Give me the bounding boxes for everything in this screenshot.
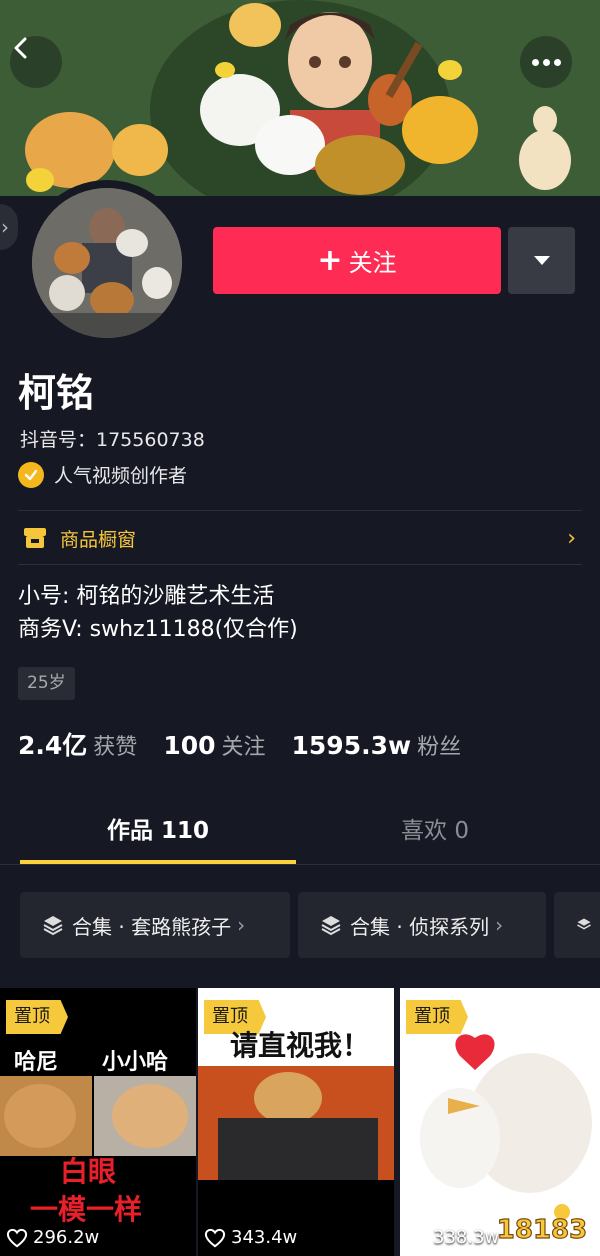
more-options-button[interactable] (520, 36, 572, 88)
more-dot-icon (531, 58, 539, 66)
bio-line: 商务V: swhz11188(仅合作) (18, 617, 298, 642)
video-thumbnail[interactable]: 置顶 请直视我！ 343.4w (198, 988, 394, 1256)
collection-chip[interactable]: 合集 · 侦探系列 › (298, 892, 546, 958)
tab-likes[interactable]: 喜欢 0 (285, 800, 585, 862)
chevron-right-icon: › (495, 913, 504, 937)
video-like-count: 296.2w (6, 1227, 99, 1248)
divider (18, 510, 582, 511)
following-count[interactable]: 100 (163, 731, 215, 760)
shop-window-label: 商品橱窗 (60, 528, 137, 551)
watermark-text: 18183 (497, 1215, 587, 1245)
video-overlay-text: 小小哈 (102, 1050, 169, 1075)
age-tag: 25岁 (18, 667, 75, 700)
video-like-count: 343.4w (204, 1227, 297, 1248)
stats-row: 2.4亿 获赞 100 关注 1595.3w 粉丝 (18, 726, 487, 762)
followers-count[interactable]: 1595.3w (292, 731, 412, 760)
video-thumbnail[interactable]: 置顶 哈尼 小小哈 白眼 一模一样 296.2w (0, 988, 196, 1256)
like-count-text: 343.4w (231, 1227, 298, 1248)
shop-window-row[interactable]: 商品橱窗 › (18, 512, 582, 564)
avatar-frame (24, 180, 190, 346)
profile-banner (0, 0, 600, 196)
profile-name: 柯铭 (18, 371, 95, 415)
tab-works[interactable]: 作品 110 (8, 800, 308, 862)
like-count-text: 296.2w (33, 1227, 100, 1248)
douyin-id: 抖音号：175560738 (20, 429, 205, 451)
triangle-down-icon (533, 256, 550, 265)
shop-icon (24, 528, 46, 548)
heart-outline-icon (204, 1228, 226, 1247)
video-overlay-text: 白眼 (60, 1155, 117, 1188)
chevron-right-icon: › (237, 913, 246, 937)
collection-label: 合集 · 侦探系列 (350, 914, 490, 939)
layers-icon (577, 918, 591, 930)
layers-icon (43, 916, 63, 936)
divider (18, 564, 582, 565)
more-dot-icon (553, 58, 561, 66)
following-label[interactable]: 关注 (222, 729, 266, 761)
pinned-tag: 置顶 (6, 1000, 68, 1034)
side-drawer-handle[interactable]: › (0, 204, 18, 250)
pinned-tag: 置顶 (406, 1000, 468, 1034)
heart-outline-icon (406, 1228, 428, 1247)
avatar-photo (32, 188, 182, 338)
divider (0, 864, 600, 865)
creator-badge-label: 人气视频创作者 (54, 465, 188, 487)
heart-outline-icon (6, 1228, 28, 1247)
site-watermark-logo: 18183 (492, 1202, 592, 1246)
bio-line: 小号: 柯铭的沙雕艺术生活 (18, 584, 275, 609)
more-dot-icon (542, 58, 550, 66)
bio: 小号: 柯铭的沙雕艺术生活 商务V: swhz11188(仅合作) (18, 580, 298, 646)
collection-chip[interactable]: 合集 · 套路熊孩子 › (20, 892, 290, 958)
creator-badge[interactable]: 人气视频创作者 (18, 461, 187, 488)
chevron-right-icon: › (567, 525, 576, 551)
like-count-text: 338.3w (433, 1227, 500, 1248)
layers-icon (321, 916, 341, 936)
follow-label: 关注 (348, 249, 397, 277)
banner-illustration (0, 0, 600, 196)
avatar[interactable] (32, 188, 182, 338)
video-overlay-text: 哈尼 (14, 1050, 59, 1075)
likes-count: 2.4亿 (18, 731, 88, 760)
verified-check-icon (18, 461, 44, 488)
chevron-left-icon (14, 37, 27, 59)
likes-label: 获赞 (93, 735, 138, 760)
recommend-dropdown-button[interactable] (508, 227, 575, 294)
back-button[interactable] (10, 36, 62, 88)
collection-label: 合集 · 套路熊孩子 (72, 914, 232, 939)
collection-chip[interactable] (554, 892, 600, 958)
video-overlay-text: 一模一样 (30, 1193, 143, 1226)
plus-icon: + (317, 243, 343, 278)
video-like-count: 338.3w (406, 1227, 499, 1248)
video-overlay-text: 请直视我！ (230, 1029, 371, 1062)
follow-button[interactable]: + 关注 (213, 227, 501, 294)
followers-label[interactable]: 粉丝 (417, 729, 461, 761)
